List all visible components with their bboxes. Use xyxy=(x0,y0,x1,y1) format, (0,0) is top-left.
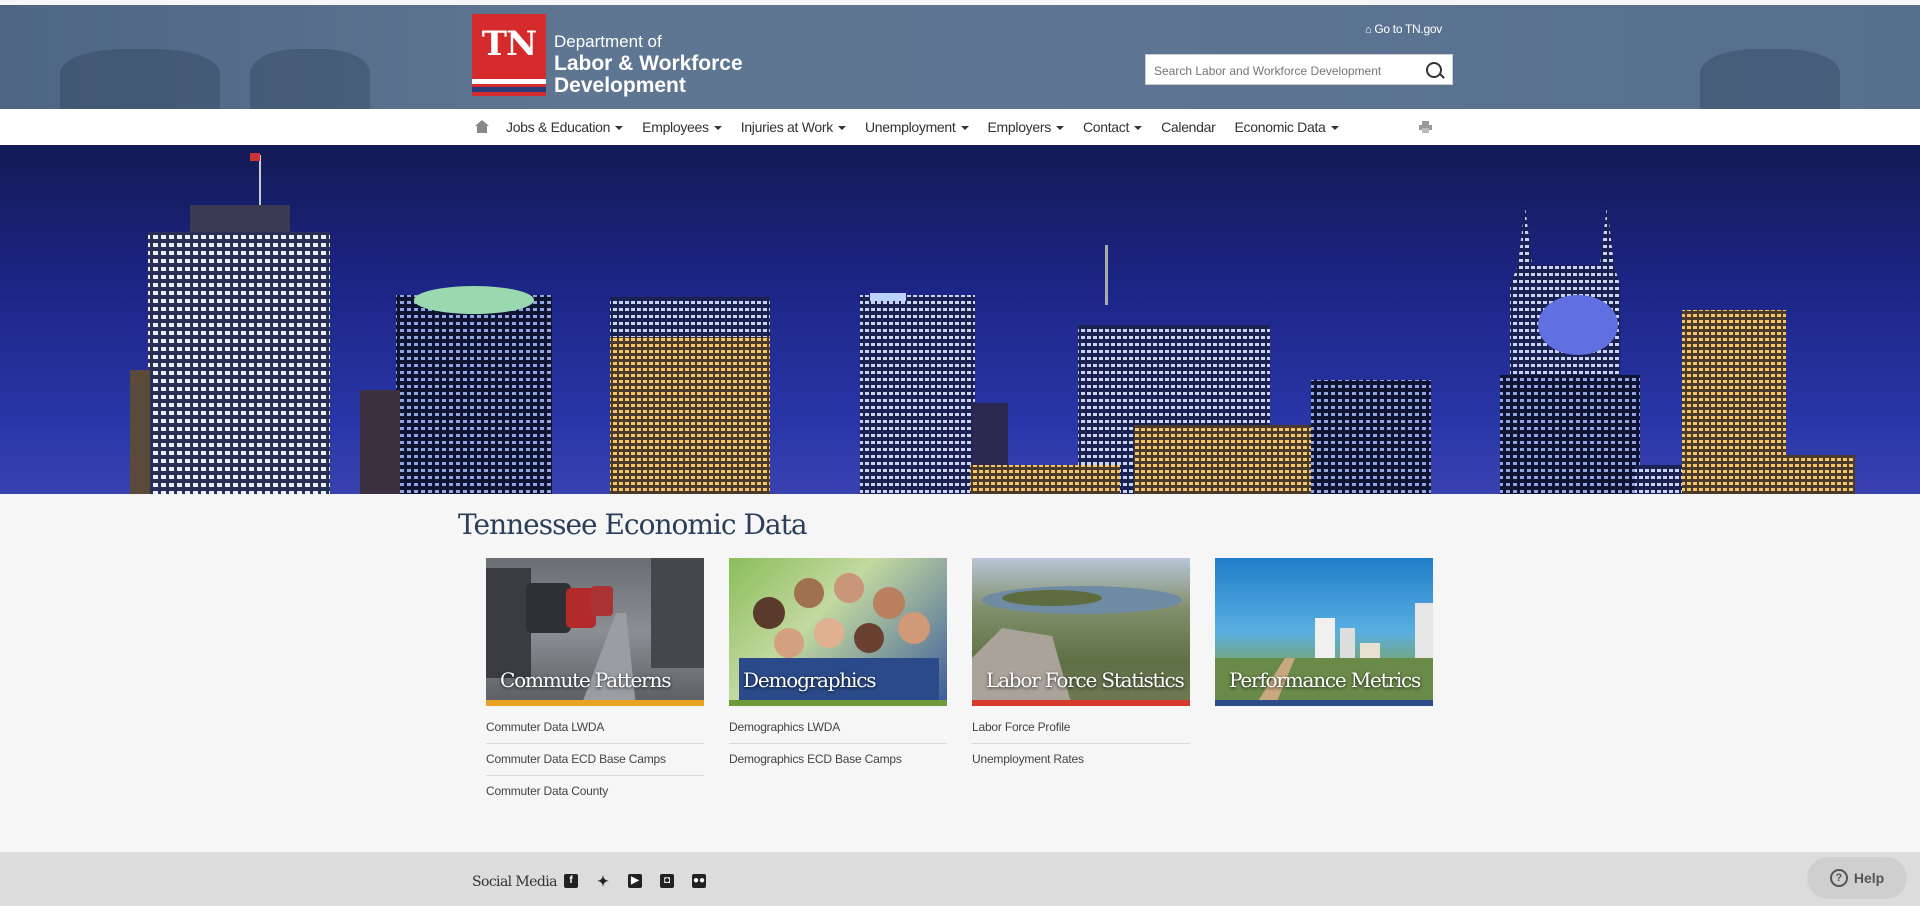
nav-item-label: Jobs & Education xyxy=(506,119,611,135)
nav-item-calendar[interactable]: Calendar xyxy=(1161,119,1216,135)
card-labor-force-statistics: Labor Force Statistics Labor Force Profi… xyxy=(972,558,1190,775)
link-unemployment-rates[interactable]: Unemployment Rates xyxy=(972,744,1190,775)
print-icon[interactable] xyxy=(1419,121,1432,133)
caret-down-icon xyxy=(960,126,969,131)
twitter-icon[interactable]: ✦ xyxy=(596,874,610,888)
nav-item-jobs-education[interactable]: Jobs & Education xyxy=(506,119,624,135)
site-header: TN Department of Labor & Workforce Devel… xyxy=(0,5,1920,109)
card-caption: Demographics xyxy=(743,668,877,692)
nav-item-employees[interactable]: Employees xyxy=(642,119,722,135)
site-footer: Social Media f ✦ ▶ ◘ ●● xyxy=(0,852,1920,906)
dept-line-2: Labor & Workforce xyxy=(554,52,743,75)
link-demographics-ecd-base-camps[interactable]: Demographics ECD Base Camps xyxy=(729,744,947,775)
nav-item-label: Calendar xyxy=(1161,119,1216,135)
facebook-icon[interactable]: f xyxy=(564,874,578,888)
card-thumbnail[interactable]: Commute Patterns xyxy=(486,558,704,706)
link-commuter-data-county[interactable]: Commuter Data County xyxy=(486,776,704,807)
search-input[interactable] xyxy=(1152,61,1416,81)
help-label: Help xyxy=(1853,870,1885,886)
card-thumbnail[interactable]: Performance Metrics xyxy=(1215,558,1433,706)
nav-item-unemployment[interactable]: Unemployment xyxy=(865,119,969,135)
logo-text: TN xyxy=(481,24,537,64)
dept-line-1: Department of xyxy=(554,32,662,51)
tn-logo[interactable]: TN xyxy=(472,14,546,96)
caret-down-icon xyxy=(1330,126,1339,131)
card-accent-bar xyxy=(972,700,1190,706)
card-caption: Labor Force Statistics xyxy=(986,668,1185,692)
goto-tngov-link[interactable]: ⌂ Go to TN.gov xyxy=(1365,22,1442,36)
nav-item-label: Unemployment xyxy=(864,119,956,135)
page-title: Tennessee Economic Data xyxy=(458,508,808,541)
card-accent-bar xyxy=(1215,700,1433,706)
card-caption: Performance Metrics xyxy=(1229,668,1421,692)
card-thumbnail[interactable]: Labor Force Statistics xyxy=(972,558,1190,706)
social-media-label: Social Media xyxy=(472,874,557,890)
nav-item-label: Economic Data xyxy=(1234,119,1326,135)
home-icon[interactable] xyxy=(475,120,489,133)
card-performance-metrics: Performance Metrics xyxy=(1215,558,1433,712)
instagram-icon[interactable]: ◘ xyxy=(660,874,674,888)
caret-down-icon xyxy=(1055,126,1064,131)
header-tree-decoration xyxy=(60,49,220,109)
main-navigation: Jobs & Education Employees Injuries at W… xyxy=(0,109,1920,146)
caret-down-icon xyxy=(1134,126,1143,131)
link-labor-force-profile[interactable]: Labor Force Profile xyxy=(972,712,1190,744)
hero-skyline-image xyxy=(0,145,1920,494)
card-commute-patterns: Commute Patterns Commuter Data LWDA Comm… xyxy=(486,558,704,807)
nav-item-label: Injuries at Work xyxy=(740,119,834,135)
logo-stripe xyxy=(472,79,546,84)
search-icon[interactable] xyxy=(1426,62,1442,78)
search-box xyxy=(1145,54,1453,85)
card-demographics: Demographics Demographics LWDA Demograph… xyxy=(729,558,947,775)
question-icon: ? xyxy=(1829,869,1848,887)
caret-down-icon xyxy=(837,126,846,131)
dept-line-3: Development xyxy=(554,74,686,97)
caret-down-icon xyxy=(713,126,722,131)
card-accent-bar xyxy=(486,700,704,706)
help-button[interactable]: ? Help xyxy=(1807,857,1907,899)
youtube-icon[interactable]: ▶ xyxy=(628,874,642,888)
link-commuter-data-ecd-base-camps[interactable]: Commuter Data ECD Base Camps xyxy=(486,744,704,776)
home-icon: ⌂ xyxy=(1365,24,1372,36)
nav-item-employers[interactable]: Employers xyxy=(988,119,1064,135)
department-name[interactable]: Department of Labor & Workforce Developm… xyxy=(554,31,743,97)
goto-tngov-label: Go to TN.gov xyxy=(1374,22,1442,36)
card-accent-bar xyxy=(729,700,947,706)
nav-item-injuries-at-work[interactable]: Injuries at Work xyxy=(741,119,846,135)
nav-item-label: Employers xyxy=(987,119,1052,135)
header-tree-decoration xyxy=(1700,49,1840,109)
link-commuter-data-lwda[interactable]: Commuter Data LWDA xyxy=(486,712,704,744)
card-caption: Commute Patterns xyxy=(500,668,671,692)
flickr-icon[interactable]: ●● xyxy=(692,874,706,888)
link-demographics-lwda[interactable]: Demographics LWDA xyxy=(729,712,947,744)
caret-down-icon xyxy=(615,126,624,131)
logo-stripe xyxy=(472,87,546,92)
header-tree-decoration xyxy=(250,49,370,109)
nashville-skyline-illustration xyxy=(130,153,1855,494)
card-thumbnail[interactable]: Demographics xyxy=(729,558,947,706)
nav-item-label: Contact xyxy=(1082,119,1130,135)
nav-item-economic-data[interactable]: Economic Data xyxy=(1235,119,1339,135)
nav-item-contact[interactable]: Contact xyxy=(1082,119,1143,135)
nav-items: Jobs & Education Employees Injuries at W… xyxy=(506,109,1358,145)
nav-item-label: Employees xyxy=(642,119,709,135)
